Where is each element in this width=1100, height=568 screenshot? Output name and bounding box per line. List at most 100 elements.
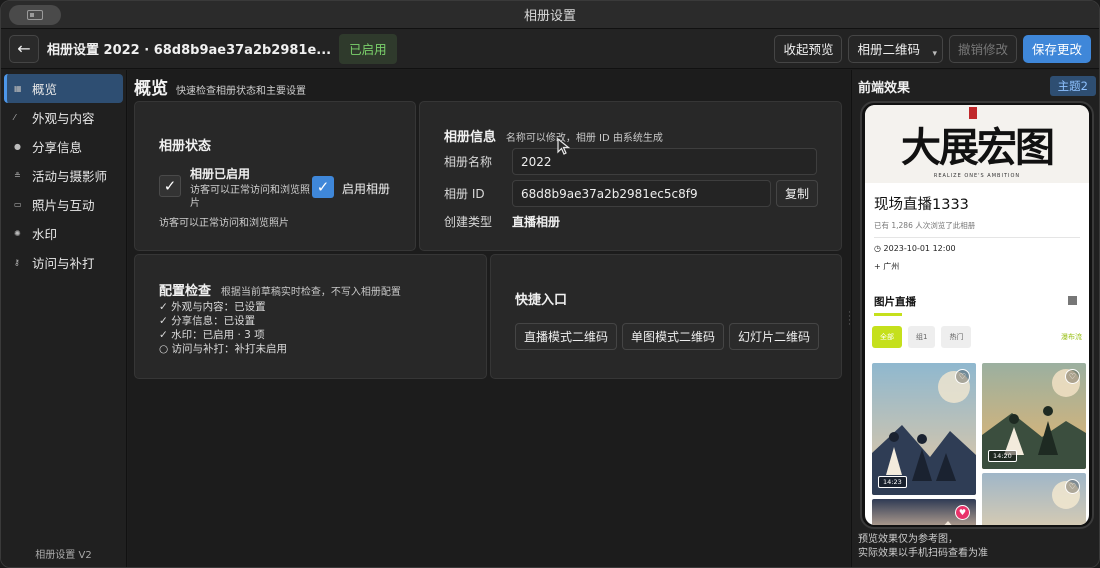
- sidebar-item-appearance[interactable]: ⁄ 外观与内容: [4, 103, 123, 132]
- heart-liked-icon[interactable]: ♥: [955, 505, 970, 520]
- gear-icon: ✺: [14, 229, 21, 238]
- banner-calligraphy: 大展宏图: [901, 124, 1055, 171]
- view-count: 已有 1,286 人次浏览了此相册: [874, 221, 976, 230]
- window-title: 相册设置: [523, 9, 576, 24]
- filter-all[interactable]: 全部: [872, 326, 902, 348]
- photo-thumbnail[interactable]: ♡: [982, 473, 1086, 525]
- back-button[interactable]: ←: [9, 34, 39, 63]
- photo-thumbnail[interactable]: ♥: [872, 499, 976, 525]
- type-value: 直播相册: [512, 215, 561, 229]
- check-list: ✓ 外观与内容：已设置 ✓ 分享信息：已设置 ✓ 水印：已启用 · 3 项 ○ …: [159, 300, 287, 356]
- sidebar-item-label: 水印: [32, 227, 58, 242]
- seal-icon: [969, 107, 977, 119]
- heart-icon[interactable]: ♡: [955, 369, 970, 384]
- sidebar-item-access[interactable]: ⚷ 访问与补打: [4, 248, 123, 277]
- grid-icon: ▦: [14, 84, 22, 93]
- brush-icon: ⁄: [14, 113, 16, 122]
- slideshow-qr-button[interactable]: 幻灯片二维码: [729, 323, 820, 350]
- live-photos-tab[interactable]: 图片直播: [865, 272, 1089, 316]
- tab-underline: [874, 313, 902, 316]
- preview-title: 前端效果: [858, 80, 911, 96]
- sidebar-item-label: 访问与补打: [32, 256, 95, 271]
- preview-header: 前端效果 主题2: [858, 76, 1096, 96]
- sidebar-item-label: 外观与内容: [32, 111, 95, 126]
- info-card-hint: 名称可以修改，相册 ID 由系统生成: [505, 133, 663, 144]
- heart-icon[interactable]: ♡: [1065, 479, 1080, 494]
- photo-time: 14:23: [878, 476, 907, 488]
- filter-hot[interactable]: 热门: [941, 326, 972, 348]
- photo-time: 14:20: [988, 450, 1017, 462]
- live-mode-qr-button[interactable]: 直播模式二维码: [515, 323, 618, 350]
- copy-button[interactable]: 复制: [776, 180, 819, 207]
- sidebar-item-label: 概览: [32, 82, 58, 97]
- enable-album-label: 启用相册: [342, 182, 391, 196]
- preview-panel: 前端效果 主题2 大展宏图 REALIZE ONE'S AMBITION 现场直…: [851, 70, 1099, 567]
- sidebar-item-label: 分享信息: [32, 140, 83, 155]
- sidebar-item-events[interactable]: ≗ 活动与摄影师: [4, 161, 123, 190]
- phone-screen: 大展宏图 REALIZE ONE'S AMBITION 现场直播1333 已有 …: [865, 105, 1089, 525]
- mouse-cursor-icon: [557, 138, 571, 155]
- enabled-check-icon: ✓: [159, 175, 181, 197]
- save-button[interactable]: 保存更改: [1022, 34, 1091, 63]
- enable-album-checkbox[interactable]: ✓: [312, 176, 334, 198]
- preview-note-line: 实际效果以手机扫码查看为准: [858, 548, 988, 559]
- info-card-title: 相册信息: [444, 130, 497, 145]
- event-title: 现场直播1333: [874, 197, 969, 213]
- sidebar: ▦ 概览 ⁄ 外观与内容 ● 分享信息 ≗ 活动与摄影师 ▭ 照片与互动 ✺ 水…: [1, 70, 127, 567]
- folder-icon: ▭: [14, 200, 22, 209]
- check-item: ✓ 水印：已启用 · 3 项: [159, 329, 265, 341]
- album-id-field: 68d8b9ae37a2b2981ec5c8f9: [512, 180, 771, 207]
- sidebar-item-share[interactable]: ● 分享信息: [4, 132, 123, 161]
- undo-button[interactable]: 撤销修改: [948, 34, 1017, 63]
- sidebar-item-overview[interactable]: ▦ 概览: [4, 74, 123, 103]
- header-toolbar: ← 相册设置 2022 · 68d8b9ae37a2b2981e... 已启用 …: [1, 29, 1099, 69]
- album-title: 相册设置 2022 · 68d8b9ae37a2b2981e...: [47, 43, 332, 58]
- page-subtitle: 快速检查相册状态和主要设置: [176, 86, 306, 97]
- filter-group1[interactable]: 组1: [908, 326, 936, 348]
- single-mode-qr-button[interactable]: 单图模式二维码: [622, 323, 725, 350]
- name-row: 相册名称 2022: [444, 148, 817, 175]
- id-row: 相册 ID 68d8b9ae37a2b2981ec5c8f9 复制: [444, 180, 819, 207]
- enabled-desc: 访客可以正常访问和浏览照片: [190, 185, 310, 209]
- collapse-preview-button[interactable]: 收起预览: [774, 34, 843, 63]
- photo-thumbnail[interactable]: ♡ 14:20: [982, 363, 1086, 469]
- share-icon: ●: [14, 142, 21, 151]
- type-row: 创建类型 直播相册: [444, 213, 560, 230]
- app-window: 相册设置 ← 相册设置 2022 · 68d8b9ae37a2b2981e...…: [0, 0, 1100, 568]
- live-tab-label: 图片直播: [874, 296, 916, 308]
- window-switcher-icon[interactable]: [9, 5, 61, 25]
- event-location: 广州: [883, 262, 900, 271]
- album-status-card: 相册状态 ✓ 相册已启用 访客可以正常访问和浏览照片 ✓ 启用相册 访客可以正常…: [134, 101, 416, 251]
- layout-icon[interactable]: [1068, 296, 1077, 305]
- sidebar-item-watermark[interactable]: ✺ 水印: [4, 219, 123, 248]
- banner-subtitle: REALIZE ONE'S AMBITION: [933, 173, 1021, 179]
- check-card-hint: 根据当前草稿实时检查，不写入相册配置: [220, 287, 401, 298]
- name-label: 相册名称: [444, 155, 493, 169]
- version-label: 相册设置 V2: [35, 550, 92, 561]
- people-icon: ≗: [14, 171, 21, 180]
- event-banner: 大展宏图 REALIZE ONE'S AMBITION: [865, 105, 1089, 183]
- sidebar-item-label: 照片与互动: [32, 198, 95, 213]
- check-item: ○ 访问与补打：补打未启用: [159, 343, 287, 355]
- album-qr-label: 相册二维码: [857, 42, 920, 57]
- album-info-card: 相册信息 名称可以修改，相册 ID 由系统生成 相册名称 2022 相册 ID …: [419, 101, 842, 251]
- preview-note-line: 预览效果仅为参考图，: [858, 534, 958, 545]
- id-label: 相册 ID: [444, 187, 485, 201]
- config-check-card: 配置检查 根据当前草稿实时检查，不写入相册配置 ✓ 外观与内容：已设置 ✓ 分享…: [134, 254, 487, 379]
- preview-note: 预览效果仅为参考图， 实际效果以手机扫码查看为准: [858, 533, 1096, 561]
- event-date-row: ◷ 2023-10-01 12:00: [865, 238, 1089, 253]
- quick-card-title: 快捷入口: [515, 293, 568, 308]
- photo-thumbnail[interactable]: ♡ 14:23: [872, 363, 976, 495]
- heart-icon[interactable]: ♡: [1065, 369, 1080, 384]
- main-panel: 概览 快速检查相册状态和主要设置 相册状态 ✓ 相册已启用 访客可以正常访问和浏…: [128, 70, 850, 567]
- check-card-title: 配置检查: [159, 284, 212, 299]
- check-item: ✓ 分享信息：已设置: [159, 315, 256, 327]
- quick-entry-card: 快捷入口 直播模式二维码 单图模式二维码 幻灯片二维码: [490, 254, 842, 379]
- phone-frame: 大展宏图 REALIZE ONE'S AMBITION 现场直播1333 已有 …: [860, 101, 1094, 529]
- sidebar-item-photos[interactable]: ▭ 照片与互动: [4, 190, 123, 219]
- sidebar-item-label: 活动与摄影师: [32, 169, 108, 184]
- waterfall-layout-link[interactable]: 瀑布流: [1061, 332, 1082, 342]
- location-icon: +: [874, 262, 881, 271]
- album-qr-button[interactable]: 相册二维码 ▾: [848, 34, 943, 63]
- theme-tag[interactable]: 主题2: [1049, 76, 1096, 96]
